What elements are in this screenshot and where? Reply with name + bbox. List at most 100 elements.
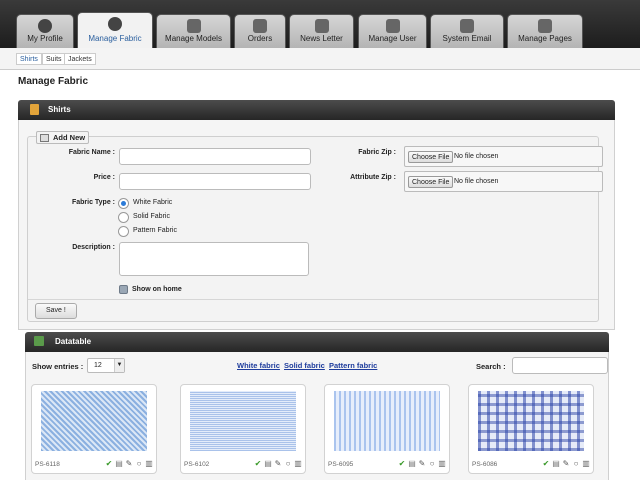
user-card-icon <box>385 19 400 33</box>
datatable-header: Datatable <box>25 332 609 352</box>
zoom-icon[interactable]: ○ <box>572 460 580 468</box>
tab-manage-pages[interactable]: Manage Pages <box>507 14 583 48</box>
image-icon[interactable]: ▤ <box>552 460 560 468</box>
legend-label: Add New <box>53 133 86 142</box>
tab-label: Manage Pages <box>518 34 572 43</box>
no-file-text: No file chosen <box>454 178 499 185</box>
trash-icon[interactable]: ▥ <box>145 460 153 468</box>
datatable-body: Show entries : 12 ▼ White fabric Solid f… <box>25 352 609 480</box>
tab-my-profile[interactable]: My Profile <box>16 14 74 48</box>
chevron-down-icon: ▼ <box>114 359 124 372</box>
show-entries-label: Show entries : <box>32 362 84 371</box>
fabric-card[interactable]: PS-6102 ✔ ▤ ✎ ○ ▥ <box>180 384 306 474</box>
edit-icon[interactable]: ✎ <box>562 460 570 468</box>
trash-icon[interactable]: ▥ <box>438 460 446 468</box>
radio-pattern-fabric[interactable] <box>118 226 129 237</box>
fabric-swatch[interactable] <box>41 391 147 451</box>
no-file-text: No file chosen <box>454 153 499 160</box>
edit-icon[interactable]: ✎ <box>274 460 282 468</box>
tab-manage-fabric[interactable]: Manage Fabric <box>77 12 153 48</box>
choose-file-button[interactable]: Choose File <box>408 176 454 188</box>
trash-icon[interactable]: ▥ <box>582 460 590 468</box>
tab-orders[interactable]: Orders <box>234 14 286 48</box>
shirts-section-body: Add New Fabric Name : Price : Fabric Typ… <box>18 120 615 330</box>
approve-icon[interactable]: ✔ <box>398 460 406 468</box>
description-label: Description : <box>72 244 115 251</box>
approve-icon[interactable]: ✔ <box>254 460 262 468</box>
tab-label: News Letter <box>300 34 343 43</box>
zoom-icon[interactable]: ○ <box>135 460 143 468</box>
zoom-icon[interactable]: ○ <box>428 460 436 468</box>
fabric-swatch[interactable] <box>190 391 296 451</box>
fabric-swatch[interactable] <box>478 391 584 451</box>
tab-label: Manage User <box>368 34 417 43</box>
page-title: Manage Fabric <box>18 76 89 87</box>
choose-file-button[interactable]: Choose File <box>408 151 454 163</box>
radio-label: Solid Fabric <box>133 213 170 220</box>
tab-label: Manage Models <box>165 34 222 43</box>
puzzle-icon <box>186 19 201 33</box>
form-legend: Add New <box>36 131 90 144</box>
fabric-card[interactable]: PS-6095 ✔ ▤ ✎ ○ ▥ <box>324 384 450 474</box>
radio-solid-fabric[interactable] <box>118 212 129 223</box>
show-on-home-label: Show on home <box>132 286 182 293</box>
subnav-shirts[interactable]: Shirts <box>16 53 42 65</box>
entries-select[interactable]: 12 ▼ <box>87 358 125 373</box>
radio-white-fabric[interactable] <box>118 198 129 209</box>
zoom-icon[interactable]: ○ <box>284 460 292 468</box>
filter-pattern-fabric[interactable]: Pattern fabric <box>329 361 377 370</box>
card-actions: ✔ ▤ ✎ ○ ▥ <box>252 460 302 469</box>
fabric-name-input[interactable] <box>119 148 311 165</box>
card-actions: ✔ ▤ ✎ ○ ▥ <box>396 460 446 469</box>
image-icon[interactable]: ▤ <box>264 460 272 468</box>
image-icon[interactable]: ▤ <box>115 460 123 468</box>
approve-icon[interactable]: ✔ <box>542 460 550 468</box>
tab-manage-user[interactable]: Manage User <box>358 14 427 48</box>
card-actions: ✔ ▤ ✎ ○ ▥ <box>103 460 153 469</box>
pages-icon <box>538 19 552 33</box>
fabric-code: PS-6086 <box>472 461 498 468</box>
attribute-zip-file: Choose File No file chosen <box>404 171 603 192</box>
radio-label: White Fabric <box>133 199 173 206</box>
search-input[interactable] <box>512 357 608 374</box>
database-icon[interactable] <box>119 285 128 294</box>
approve-icon[interactable]: ✔ <box>105 460 113 468</box>
trash-icon[interactable]: ▥ <box>294 460 302 468</box>
subnav-jackets[interactable]: Jackets <box>64 53 96 65</box>
table-icon <box>34 336 44 346</box>
edit-icon[interactable]: ✎ <box>418 460 426 468</box>
user-icon <box>108 17 122 31</box>
fabric-zip-file: Choose File No file chosen <box>404 146 603 167</box>
price-label: Price : <box>93 174 115 181</box>
form-divider <box>28 299 598 300</box>
subnav-suits[interactable]: Suits <box>42 53 66 65</box>
section-title: Shirts <box>48 105 71 114</box>
tab-manage-models[interactable]: Manage Models <box>156 14 231 48</box>
filter-white-fabric[interactable]: White fabric <box>237 361 280 370</box>
edit-icon[interactable]: ✎ <box>125 460 133 468</box>
fabric-code: PS-6118 <box>35 461 60 468</box>
add-new-form: Add New Fabric Name : Price : Fabric Typ… <box>27 131 603 322</box>
tab-news-letter[interactable]: News Letter <box>289 14 354 48</box>
price-input[interactable] <box>119 173 311 190</box>
tab-label: System Email <box>442 34 492 43</box>
description-textarea[interactable] <box>119 242 309 276</box>
fabric-card[interactable]: PS-6118 ✔ ▤ ✎ ○ ▥ <box>31 384 157 474</box>
tab-label: Orders <box>247 34 273 43</box>
list-icon <box>253 19 267 33</box>
user-icon <box>38 19 52 33</box>
sub-nav: Shirts Suits Jackets <box>0 48 640 70</box>
card-actions: ✔ ▤ ✎ ○ ▥ <box>540 460 590 469</box>
image-icon[interactable]: ▤ <box>408 460 416 468</box>
fabric-name-label: Fabric Name : <box>68 149 115 156</box>
filter-solid-fabric[interactable]: Solid fabric <box>284 361 325 370</box>
tab-system-email[interactable]: System Email <box>430 14 504 48</box>
folder-icon <box>30 104 39 115</box>
search-label: Search : <box>476 362 506 371</box>
tab-label: My Profile <box>27 34 63 43</box>
fabric-swatch[interactable] <box>334 391 440 451</box>
fabric-card[interactable]: PS-6086 ✔ ▤ ✎ ○ ▥ <box>468 384 594 474</box>
radio-label: Pattern Fabric <box>133 227 177 234</box>
save-button[interactable]: Save ! <box>35 303 77 319</box>
tab-label: Manage Fabric <box>88 34 142 43</box>
